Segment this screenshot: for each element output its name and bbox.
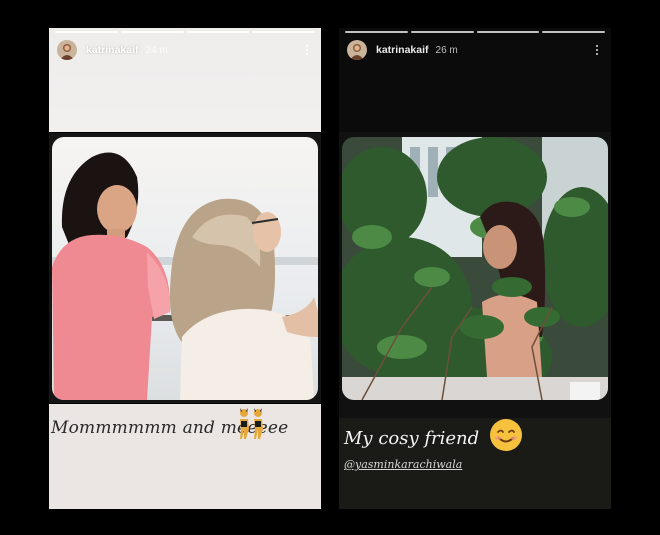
- more-vertical-icon[interactable]: [591, 43, 603, 57]
- story-photo: [52, 137, 318, 400]
- smiling-face-emoji: [489, 418, 523, 457]
- progress-segment: [345, 31, 408, 33]
- progress-segment: [120, 31, 184, 33]
- more-vertical-icon[interactable]: [301, 43, 313, 57]
- username[interactable]: katrinakaif: [376, 44, 429, 56]
- post-time: 24 m: [145, 44, 168, 56]
- caption-band: Mommmmmm and meeeee: [49, 404, 321, 509]
- story-header: katrinakaif 24 m: [57, 38, 313, 62]
- story-photo-frame: [49, 133, 321, 403]
- caption-band: My cosy friend @yasminkarachiwala: [339, 418, 611, 509]
- story-progress-bar: [55, 31, 315, 33]
- progress-segment: [542, 31, 605, 33]
- user-mention-link[interactable]: @yasminkarachiwala: [344, 458, 462, 471]
- story-photo-frame: [339, 133, 611, 403]
- progress-segment: [252, 31, 315, 33]
- progress-segment: [55, 31, 118, 33]
- story-photo: [342, 137, 608, 400]
- story-header: katrinakaif 26 m: [347, 38, 603, 62]
- story-progress-bar: [345, 31, 605, 33]
- dancing-figures-emoji: [237, 407, 265, 446]
- username[interactable]: katrinakaif: [86, 44, 139, 56]
- post-time: 26 m: [435, 44, 458, 56]
- story-left[interactable]: katrinakaif 24 m Mommmmmm and meeeee: [49, 28, 321, 509]
- avatar[interactable]: [57, 40, 77, 60]
- progress-segment: [186, 31, 250, 33]
- story-caption: My cosy friend: [344, 428, 480, 449]
- progress-segment: [410, 31, 474, 33]
- avatar[interactable]: [347, 40, 367, 60]
- story-right[interactable]: katrinakaif 26 m My cosy friend @yasmink…: [339, 28, 611, 509]
- progress-segment: [476, 31, 540, 33]
